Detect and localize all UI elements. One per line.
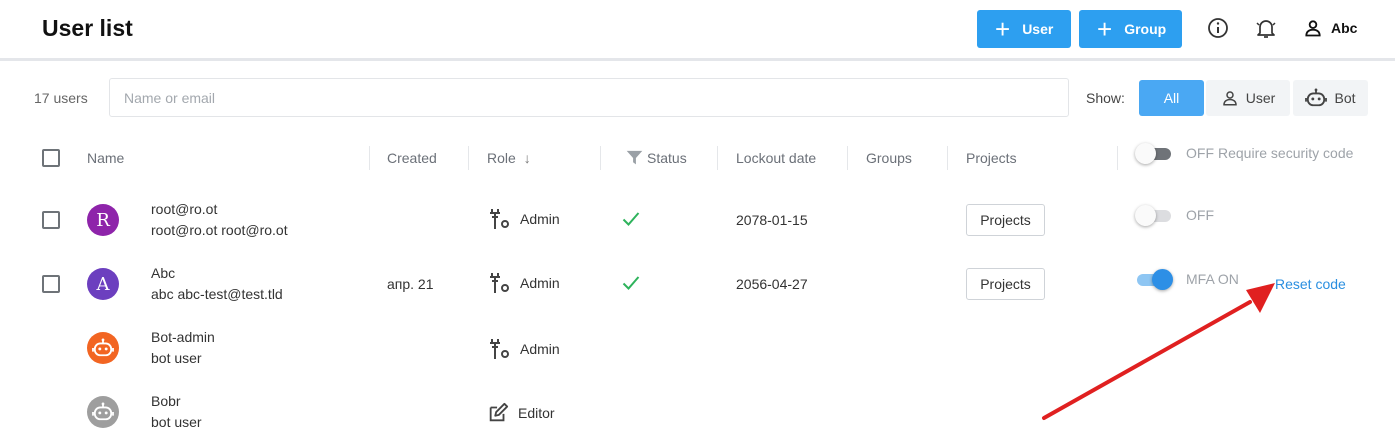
user-subtitle: abc abc-test@test.tld bbox=[151, 286, 283, 302]
created-date: апр. 21 bbox=[387, 276, 434, 292]
projects-button[interactable]: Projects bbox=[966, 204, 1045, 236]
bot-avatar bbox=[87, 332, 119, 364]
filter-bot-button[interactable]: Bot bbox=[1293, 80, 1368, 116]
user-role: Editor bbox=[487, 402, 555, 424]
person-icon bbox=[1305, 20, 1321, 37]
check-icon bbox=[622, 212, 640, 226]
user-subtitle: root@ro.ot root@ro.ot bbox=[151, 222, 288, 238]
user-name[interactable]: root@ro.ot bbox=[151, 201, 217, 217]
add-group-button[interactable]: + Group bbox=[1079, 10, 1182, 48]
show-filter-label: Show: bbox=[1086, 90, 1125, 106]
column-header-status-label: Status bbox=[647, 150, 687, 166]
user-name[interactable]: Bot-admin bbox=[151, 329, 215, 345]
wrench-gear-icon bbox=[490, 273, 509, 293]
require-security-toggle[interactable] bbox=[1135, 143, 1173, 164]
column-header-role-label: Role bbox=[487, 150, 516, 166]
column-divider bbox=[468, 146, 469, 170]
user-role-label: Admin bbox=[520, 275, 560, 291]
mfa-state-label: OFF bbox=[1186, 207, 1214, 223]
mfa-toggle[interactable] bbox=[1135, 269, 1173, 290]
page-title: User list bbox=[42, 15, 133, 41]
column-header-groups[interactable]: Groups bbox=[866, 150, 912, 166]
select-all-checkbox[interactable] bbox=[42, 149, 60, 167]
profile-menu[interactable]: Abc bbox=[1303, 18, 1357, 38]
filter-all-button[interactable]: All bbox=[1139, 80, 1204, 116]
column-header-lockout[interactable]: Lockout date bbox=[736, 150, 816, 166]
row-checkbox[interactable] bbox=[42, 211, 60, 229]
user-subtitle: bot user bbox=[151, 414, 202, 430]
filter-user-button[interactable]: User bbox=[1206, 80, 1290, 116]
column-divider bbox=[369, 146, 370, 170]
add-group-label: Group bbox=[1124, 21, 1167, 37]
column-divider bbox=[600, 146, 601, 170]
row-checkbox[interactable] bbox=[42, 275, 60, 293]
sort-down-icon: ↓ bbox=[523, 150, 531, 166]
wrench-gear-icon bbox=[490, 339, 509, 359]
bot-avatar bbox=[87, 396, 119, 428]
column-header-name[interactable]: Name bbox=[87, 150, 124, 166]
user-role-label: Editor bbox=[518, 405, 555, 421]
user-role-label: Admin bbox=[520, 211, 560, 227]
column-divider bbox=[947, 146, 948, 170]
reset-code-link[interactable]: Reset code bbox=[1275, 276, 1346, 292]
robot-icon bbox=[1305, 88, 1328, 107]
robot-icon bbox=[92, 402, 114, 421]
column-header-status[interactable]: Status bbox=[626, 150, 687, 166]
user-name[interactable]: Abc bbox=[151, 265, 175, 281]
require-security-label: OFF Require security code bbox=[1186, 145, 1353, 161]
filter-all-label: All bbox=[1163, 90, 1180, 106]
user-role: Admin bbox=[487, 272, 560, 294]
user-name[interactable]: Bobr bbox=[151, 393, 181, 409]
bell-icon[interactable] bbox=[1254, 16, 1278, 40]
projects-button[interactable]: Projects bbox=[966, 268, 1045, 300]
wrench-gear-icon bbox=[490, 209, 509, 229]
require-security-text: Require security code bbox=[1218, 145, 1354, 161]
mfa-toggle[interactable] bbox=[1135, 205, 1173, 226]
user-role-label: Admin bbox=[520, 341, 560, 357]
column-divider bbox=[847, 146, 848, 170]
add-user-label: User bbox=[1022, 21, 1054, 37]
check-icon bbox=[622, 276, 640, 290]
info-icon[interactable] bbox=[1206, 16, 1230, 40]
user-subtitle: bot user bbox=[151, 350, 202, 366]
lockout-date: 2078-01-15 bbox=[736, 212, 808, 228]
robot-icon bbox=[92, 338, 114, 357]
filter-icon bbox=[626, 150, 643, 165]
user-count: 17 users bbox=[34, 90, 88, 106]
profile-name: Abc bbox=[1331, 20, 1358, 36]
plus-icon: + bbox=[1097, 14, 1113, 44]
header-divider bbox=[0, 58, 1395, 61]
column-header-projects[interactable]: Projects bbox=[966, 150, 1017, 166]
column-header-created[interactable]: Created bbox=[387, 150, 437, 166]
add-user-button[interactable]: + User bbox=[977, 10, 1071, 48]
person-icon bbox=[1222, 91, 1237, 106]
filter-bot-label: Bot bbox=[1334, 90, 1356, 106]
mfa-state-label: MFA ON bbox=[1186, 271, 1239, 287]
filter-user-label: User bbox=[1245, 90, 1276, 106]
avatar: A bbox=[87, 268, 119, 300]
column-divider bbox=[1117, 146, 1118, 170]
require-security-state: OFF bbox=[1186, 145, 1214, 161]
column-divider bbox=[717, 146, 718, 170]
page-header: User list + User + Group Abc bbox=[0, 0, 1395, 58]
edit-icon bbox=[489, 402, 509, 422]
user-role: Admin bbox=[487, 208, 560, 230]
user-role: Admin bbox=[487, 338, 560, 360]
search-input[interactable] bbox=[109, 78, 1069, 117]
column-header-role[interactable]: Role ↓ bbox=[487, 150, 531, 166]
avatar: R bbox=[87, 204, 119, 236]
lockout-date: 2056-04-27 bbox=[736, 276, 808, 292]
plus-icon: + bbox=[995, 14, 1011, 44]
